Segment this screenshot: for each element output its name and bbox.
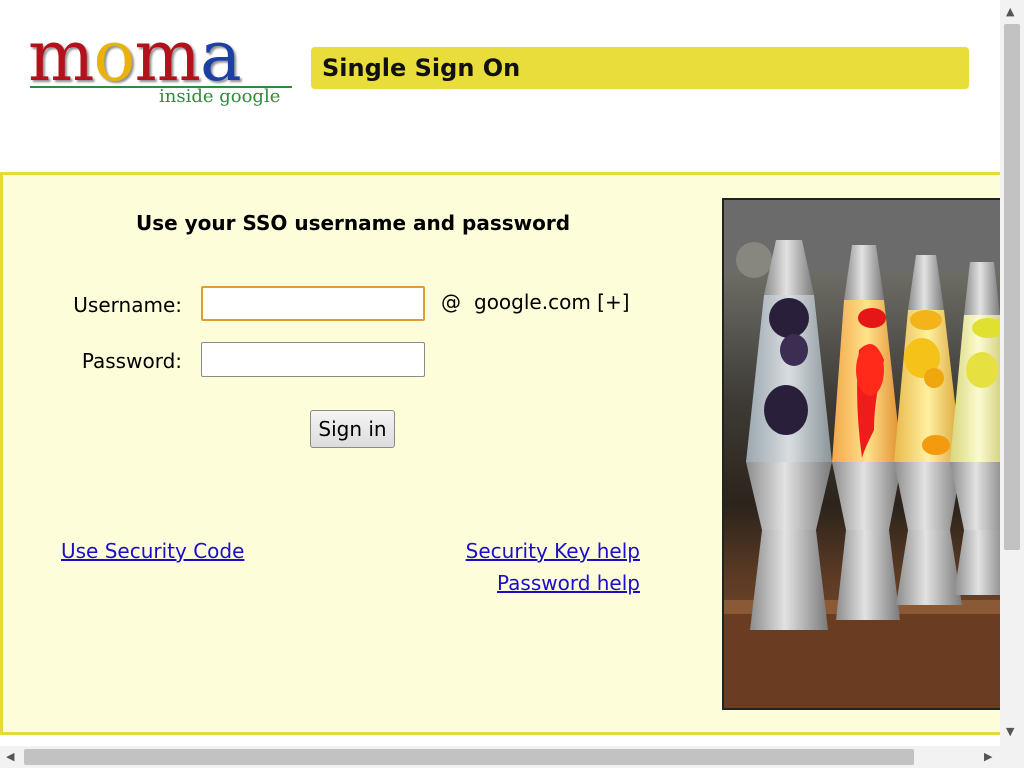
use-security-code-link[interactable]: Use Security Code xyxy=(61,539,244,563)
login-panel: Use your SSO username and password Usern… xyxy=(0,172,1010,735)
password-help-link[interactable]: Password help xyxy=(497,571,640,595)
lava-lamps-illustration xyxy=(724,200,1004,708)
username-label: Username: xyxy=(73,293,182,317)
scroll-down-arrow-icon[interactable]: ▼ xyxy=(1006,726,1014,738)
logo-letter: a xyxy=(199,15,242,97)
login-instruction: Use your SSO username and password xyxy=(135,211,571,235)
vertical-scroll-thumb[interactable] xyxy=(1004,24,1020,550)
password-input[interactable] xyxy=(201,342,425,377)
scroll-left-arrow-icon[interactable]: ◀ xyxy=(6,751,14,763)
username-input[interactable] xyxy=(201,286,425,321)
logo-letter: m xyxy=(134,15,201,97)
domain-selector[interactable]: google.com [+] xyxy=(474,290,630,314)
logo-wordmark: moma xyxy=(28,15,242,97)
password-label: Password: xyxy=(81,349,182,373)
lava-lamps-photo xyxy=(722,198,1006,710)
logo-subtitle: inside google xyxy=(159,86,281,107)
moma-logo: moma inside google xyxy=(28,15,298,120)
scrollbar-corner xyxy=(1000,746,1024,768)
horizontal-scroll-thumb[interactable] xyxy=(24,749,914,765)
logo-letter: m xyxy=(28,15,94,97)
scroll-right-arrow-icon[interactable]: ▶ xyxy=(984,751,992,763)
logo-letter: o xyxy=(93,15,135,97)
security-key-help-link[interactable]: Security Key help xyxy=(466,539,640,563)
page-title: Single Sign On xyxy=(311,47,969,89)
scroll-up-arrow-icon[interactable]: ▲ xyxy=(1006,6,1014,18)
sign-in-button[interactable]: Sign in xyxy=(310,410,395,448)
at-sign: @ xyxy=(441,290,461,314)
